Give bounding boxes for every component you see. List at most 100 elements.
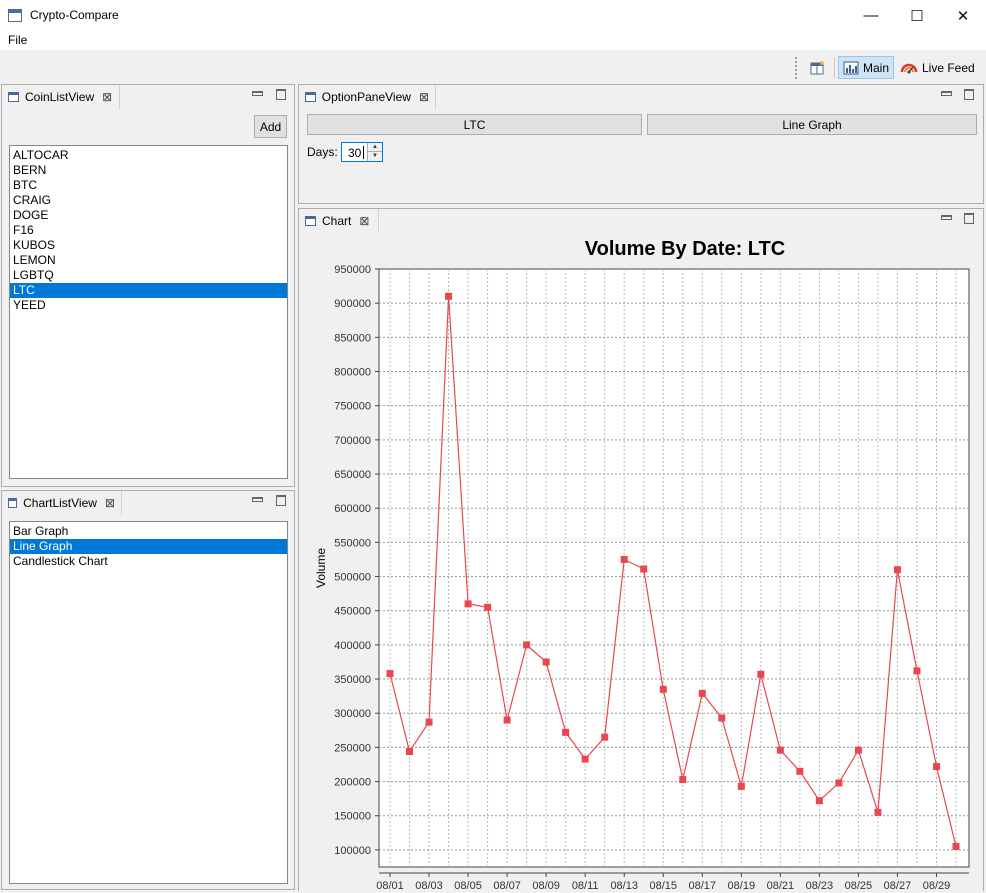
toolbar-grip[interactable] xyxy=(795,57,797,79)
list-item[interactable]: LEMON xyxy=(10,253,287,268)
menu-bar: File xyxy=(0,31,986,50)
data-point xyxy=(893,566,901,574)
data-point xyxy=(445,292,453,300)
y-tick-label: 650000 xyxy=(334,469,371,481)
maximize-button[interactable]: ☐ xyxy=(894,0,940,31)
close-icon[interactable]: ⊠ xyxy=(359,214,369,228)
maximize-view-icon[interactable] xyxy=(275,494,287,506)
chart-list-body: Bar Graph Line Graph Candlestick Chart xyxy=(2,515,294,889)
title-bar: Crypto-Compare — ☐ ✕ xyxy=(0,0,986,31)
minimize-view-icon[interactable] xyxy=(251,494,263,506)
option-pane-view: OptionPaneView ⊠ LTC Line Graph Days: 30… xyxy=(298,84,984,204)
list-item[interactable]: YEED xyxy=(10,298,287,313)
tab-option-pane-view[interactable]: OptionPaneView ⊠ xyxy=(299,85,436,109)
window-title: Crypto-Compare xyxy=(30,8,119,22)
data-point xyxy=(640,565,648,573)
data-point xyxy=(581,755,589,763)
x-tick-label: 08/29 xyxy=(923,880,951,891)
coin-list-view: CoinListView ⊠ Add ALTOCAR BERN BTC CRAIG DO… xyxy=(1,84,295,487)
view-icon xyxy=(305,216,316,226)
x-tick-label: 08/07 xyxy=(493,880,521,891)
list-item[interactable]: ALTOCAR xyxy=(10,148,287,163)
data-point xyxy=(484,603,492,611)
data-point xyxy=(737,782,745,790)
x-tick-label: 08/13 xyxy=(610,880,638,891)
list-item[interactable]: LTC xyxy=(10,283,287,298)
chart-type-list[interactable]: Bar Graph Line Graph Candlestick Chart xyxy=(9,521,288,884)
perspective-live-feed-label: Live Feed xyxy=(922,60,975,75)
y-tick-label: 850000 xyxy=(334,332,371,344)
tab-chart-list-view-label: ChartListView xyxy=(23,496,97,510)
x-tick-label: 08/05 xyxy=(454,880,482,891)
coin-select-button[interactable]: LTC xyxy=(307,114,642,135)
data-point xyxy=(620,555,628,563)
chart-body: Volume By Date: LTC 100000 150000 200000 250… xyxy=(299,233,983,893)
perspective-main-button[interactable]: Main xyxy=(838,56,895,79)
list-item[interactable]: F16 xyxy=(10,223,287,238)
list-item[interactable]: DOGE xyxy=(10,208,287,223)
y-tick-label: 300000 xyxy=(334,708,371,720)
text-caret xyxy=(363,146,364,159)
menu-file[interactable]: File xyxy=(8,33,27,47)
list-item[interactable]: BTC xyxy=(10,178,287,193)
close-button[interactable]: ✕ xyxy=(940,0,986,31)
view-icon xyxy=(8,92,19,102)
x-tick-label: 08/09 xyxy=(532,880,560,891)
coin-list[interactable]: ALTOCAR BERN BTC CRAIG DOGE F16 KUBOS LEMON LGBT… xyxy=(9,145,288,479)
list-item[interactable]: Line Graph xyxy=(10,539,287,554)
days-input[interactable]: 30 xyxy=(348,146,361,160)
data-point xyxy=(698,689,706,697)
list-item[interactable]: Bar Graph xyxy=(10,524,287,539)
maximize-view-icon[interactable] xyxy=(963,212,975,224)
add-coin-button[interactable]: Add xyxy=(254,115,287,138)
maximize-view-icon[interactable] xyxy=(275,88,287,100)
data-point xyxy=(523,641,531,649)
maximize-view-icon[interactable] xyxy=(963,88,975,100)
line-chart: Volume By Date: LTC 100000 150000 200000 250… xyxy=(314,238,970,892)
perspective-main-label: Main xyxy=(863,60,890,75)
list-item[interactable]: KUBOS xyxy=(10,238,287,253)
list-item[interactable]: Candlestick Chart xyxy=(10,554,287,569)
y-tick-label: 750000 xyxy=(334,401,371,413)
minimize-view-icon[interactable] xyxy=(940,88,952,100)
data-point xyxy=(386,670,394,678)
list-item[interactable]: CRAIG xyxy=(10,193,287,208)
minimize-view-icon[interactable] xyxy=(940,212,952,224)
toolbar-separator xyxy=(834,58,835,78)
live-feed-icon xyxy=(900,63,918,73)
minimize-view-icon[interactable] xyxy=(251,88,263,100)
close-icon[interactable]: ⊠ xyxy=(419,90,429,104)
chart-icon xyxy=(843,61,859,74)
y-tick-label: 500000 xyxy=(334,572,371,584)
data-point xyxy=(503,716,511,724)
data-point xyxy=(757,670,765,678)
data-point xyxy=(679,776,687,784)
tab-coin-list-view[interactable]: CoinListView ⊠ xyxy=(2,85,120,109)
y-tick-label: 550000 xyxy=(334,537,371,549)
minimize-button[interactable]: — xyxy=(848,0,894,31)
list-item[interactable]: LGBTQ xyxy=(10,268,287,283)
days-spinner[interactable]: 30 ▲ ▼ xyxy=(341,142,383,162)
close-icon[interactable]: ⊠ xyxy=(102,90,112,104)
chart-area: Volume By Date: LTC 100000 150000 200000 250… xyxy=(299,233,983,893)
y-tick-label: 100000 xyxy=(334,845,371,857)
open-perspective-icon[interactable] xyxy=(808,58,828,78)
spin-up-button[interactable]: ▲ xyxy=(367,143,382,152)
data-point xyxy=(952,842,960,850)
y-tick-label: 800000 xyxy=(334,367,371,379)
chart-type-button[interactable]: Line Graph xyxy=(647,114,977,135)
y-tick-label: 150000 xyxy=(334,811,371,823)
spin-down-button[interactable]: ▼ xyxy=(367,152,382,161)
tab-chart-list-view[interactable]: ChartListView ⊠ xyxy=(2,491,122,515)
y-tick-label: 900000 xyxy=(334,298,371,310)
data-point xyxy=(854,746,862,754)
data-point xyxy=(796,767,804,775)
close-icon[interactable]: ⊠ xyxy=(105,496,115,510)
coin-list-body: Add ALTOCAR BERN BTC CRAIG DOGE F16 KUBOS LEMON… xyxy=(2,109,294,486)
data-point xyxy=(562,728,570,736)
y-tick-label: 950000 xyxy=(334,264,371,276)
perspective-live-feed-button[interactable]: Live Feed xyxy=(896,56,979,79)
list-item[interactable]: BERN xyxy=(10,163,287,178)
y-tick-label: 700000 xyxy=(334,435,371,447)
tab-chart[interactable]: Chart ⊠ xyxy=(299,209,379,233)
